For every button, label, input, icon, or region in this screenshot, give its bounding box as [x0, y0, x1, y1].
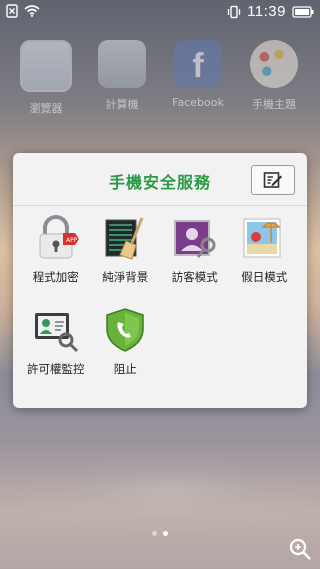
app-label: 純淨背景: [102, 270, 149, 284]
app-holiday-mode[interactable]: 假日模式: [230, 215, 300, 307]
guest-mode-icon: [172, 215, 218, 261]
holiday-mode-icon: [241, 215, 287, 261]
wifi-icon: [24, 5, 40, 17]
app-label: 阻止: [113, 362, 137, 376]
clean-background-icon: [102, 215, 148, 261]
folder-popup: 手機安全服務 APP 程式加密 純淨背景 訪客模式 假日模式 許可權監控 阻止: [13, 153, 307, 408]
app-label: 假日模式: [241, 270, 288, 284]
battery-icon: [292, 5, 314, 18]
notification-icon: [6, 4, 18, 18]
screen-zoom-button[interactable]: [288, 537, 312, 561]
folder-header: 手機安全服務: [13, 153, 307, 206]
svg-text:APP: APP: [66, 237, 78, 244]
app-label: 訪客模式: [171, 270, 218, 284]
page-dot-active[interactable]: [163, 531, 168, 536]
page-indicator: [0, 531, 320, 536]
app-label: 程式加密: [32, 270, 79, 284]
app-program-lock[interactable]: APP 程式加密: [21, 215, 91, 307]
app-lock-icon: APP: [33, 215, 79, 261]
folder-app-grid: APP 程式加密 純淨背景 訪客模式 假日模式 許可權監控 阻止: [21, 215, 299, 399]
app-block[interactable]: 阻止: [91, 307, 161, 399]
block-icon: [102, 307, 148, 353]
app-permission-monitor[interactable]: 許可權監控: [21, 307, 91, 399]
permission-monitor-icon: [33, 307, 79, 353]
app-label: 許可權監控: [27, 362, 85, 376]
app-clean-background[interactable]: 純淨背景: [91, 215, 161, 307]
edit-folder-button[interactable]: [251, 165, 295, 195]
edit-icon: [263, 172, 282, 188]
magnifier-icon: [289, 538, 311, 560]
clock: 11:39: [247, 3, 286, 20]
status-bar: 11:39: [0, 0, 320, 24]
vibrate-icon: [227, 5, 241, 18]
app-guest-mode[interactable]: 訪客模式: [160, 215, 230, 307]
page-dot[interactable]: [152, 531, 157, 536]
